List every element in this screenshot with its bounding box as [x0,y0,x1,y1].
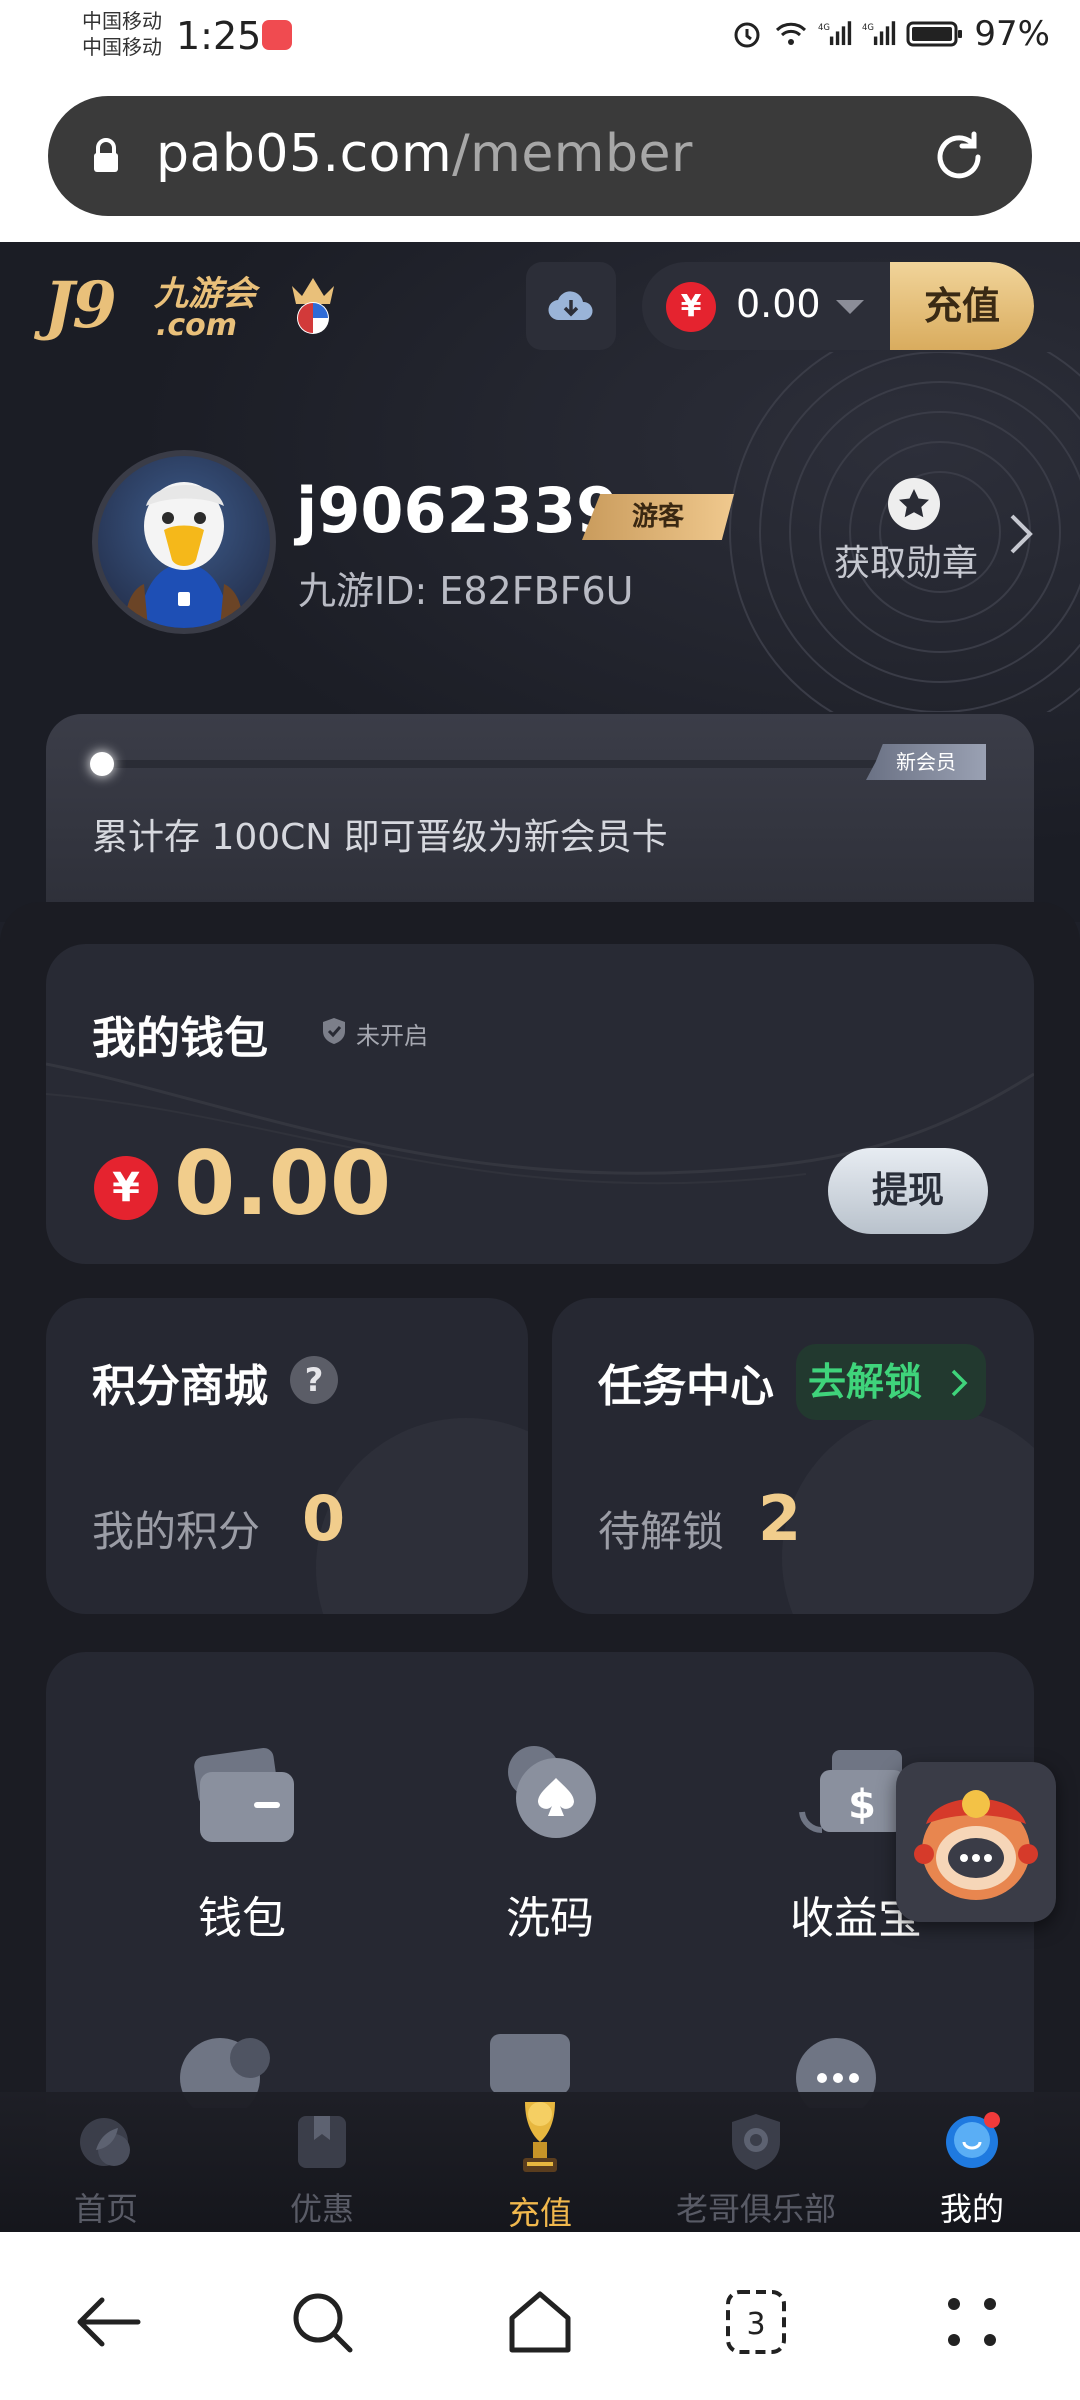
wallet-card[interactable]: 我的钱包 未开启 ¥ 0.00 提现 [46,944,1034,1264]
spade-chip-icon [508,1746,596,1838]
service-rebate[interactable]: 洗码 [430,1742,670,1946]
download-app-button[interactable] [526,262,616,350]
get-medal-link[interactable]: 获取勋章 [834,534,978,586]
svg-text:4G: 4G [818,23,830,33]
eagle-mascot-icon [125,482,243,628]
signal-4g-icon: 4G [818,21,852,46]
guest-tag: 游客 [582,494,734,540]
shield-icon [323,1018,345,1044]
profile-icon [946,2112,1000,2168]
wallet-amount: 0.00 [174,1132,392,1235]
go-unlock-label: 去解锁 [808,1360,923,1404]
customer-service-button[interactable] [896,1762,1056,1922]
svg-text:4G: 4G [862,23,874,33]
club-shield-icon [732,2114,780,2170]
signal-4g-icon-2: 4G [862,21,896,46]
tab-label: 我的 [939,2190,1004,2228]
alarm-icon [734,22,760,48]
clock: 1:25 [176,14,262,58]
level-upgrade-hint: 累计存 100CN 即可晋级为新会员卡 [92,817,668,858]
service-label: 洗码 [506,1893,594,1944]
logo-j9-text: J9 [44,268,117,343]
task-center-card[interactable]: 任务中心 去解锁 待解锁 2 [552,1298,1034,1614]
trophy-icon [523,2102,557,2172]
member-id: 九游ID: E82FBF6U [298,569,634,613]
gift-bookmark-icon [298,2116,346,2168]
customer-service-mascot-icon [914,1790,1038,1900]
tab-label: 老哥俱乐部 [675,2190,836,2228]
reload-icon[interactable] [928,126,990,188]
chevron-right-icon[interactable] [1008,512,1034,556]
service-label: 钱包 [198,1893,286,1944]
balance-dropdown[interactable]: ¥ 0.00 充值 [642,262,1034,350]
tab-recharge[interactable]: 充值 [450,2102,630,2232]
bottom-tab-bar: 首页 优惠 充值 老哥俱乐部 我的 [0,2092,1080,2232]
carrier-1: 中国移动 [82,9,162,33]
search-icon[interactable] [282,2282,362,2362]
tabs-count-icon[interactable]: 3 [716,2282,796,2362]
yen-icon: ¥ [94,1156,158,1220]
caret-down-icon [836,300,864,314]
svg-text:$: $ [848,1782,876,1828]
avatar[interactable] [92,450,276,634]
chevron-right-icon [951,1369,968,1397]
new-member-badge: 新会员 [866,744,986,780]
status-bar: 中国移动 中国移动 1:25 4G 4G 97% [0,0,1080,80]
balance-value: 0.00 [736,282,821,326]
back-arrow-icon[interactable] [68,2282,148,2362]
points-mall-title: 积分商城 [92,1361,268,1412]
tab-label: 充值 [507,2194,572,2232]
tab-mine[interactable]: 我的 [882,2110,1062,2230]
wallet-status: 未开启 [356,1022,428,1050]
cloud-download-icon [548,291,593,321]
username: j9062339 [296,474,620,547]
level-progress-track [98,760,918,768]
tab-label: 优惠 [289,2190,354,2228]
url-path: /member [452,124,693,184]
pending-unlock-label: 待解锁 [598,1507,725,1556]
task-center-title: 任务中心 [598,1361,774,1412]
crown-badge-icon [292,278,334,334]
tab-promotions[interactable]: 优惠 [232,2110,412,2230]
lock-icon [94,138,118,172]
battery-percent: 97% [974,14,1050,54]
points-mall-card[interactable]: 积分商城 ? 我的积分 0 [46,1298,528,1614]
home-icon[interactable] [500,2282,580,2362]
url-domain: pab05.com [156,124,453,184]
service-wallet[interactable]: 钱包 [122,1742,362,1946]
go-unlock-button[interactable]: 去解锁 [796,1344,986,1420]
carrier-labels: 中国移动 中国移动 [82,8,162,60]
withdraw-button[interactable]: 提现 [828,1148,988,1234]
yen-icon: ¥ [666,282,716,332]
url-text[interactable]: pab05.com/member [156,124,693,184]
app-notification-icon [262,20,292,50]
tab-club[interactable]: 老哥俱乐部 [666,2110,846,2230]
medal-star-icon[interactable] [888,478,940,530]
home-leaf-icon [80,2118,130,2166]
level-progress-dot [90,752,114,776]
pending-unlock-value: 2 [758,1482,802,1555]
logo-com-text: .com [156,308,238,343]
my-points-value: 0 [302,1482,346,1555]
tab-label: 首页 [73,2190,138,2228]
svg-text:3: 3 [746,2307,765,2342]
wifi-icon [776,22,807,45]
browser-url-bar[interactable]: pab05.com/member [48,96,1032,216]
member-page: J9 九游会 .com ¥ 0.00 充值 j9062339 游客 九游ID: … [0,242,1080,2232]
system-nav-bar: 3 [0,2232,1080,2400]
tab-home[interactable]: 首页 [16,2110,196,2230]
my-points-label: 我的积分 [92,1507,261,1556]
wallet-icon [194,1747,294,1842]
j9-logo[interactable]: J9 九游会 .com [44,264,344,348]
battery-icon [906,21,963,47]
recharge-button[interactable]: 充值 [890,262,1034,350]
help-icon[interactable]: ? [290,1356,338,1404]
menu-dots-icon[interactable] [932,2282,1012,2362]
carrier-2: 中国移动 [82,35,162,59]
wallet-title: 我的钱包 [92,1013,268,1064]
